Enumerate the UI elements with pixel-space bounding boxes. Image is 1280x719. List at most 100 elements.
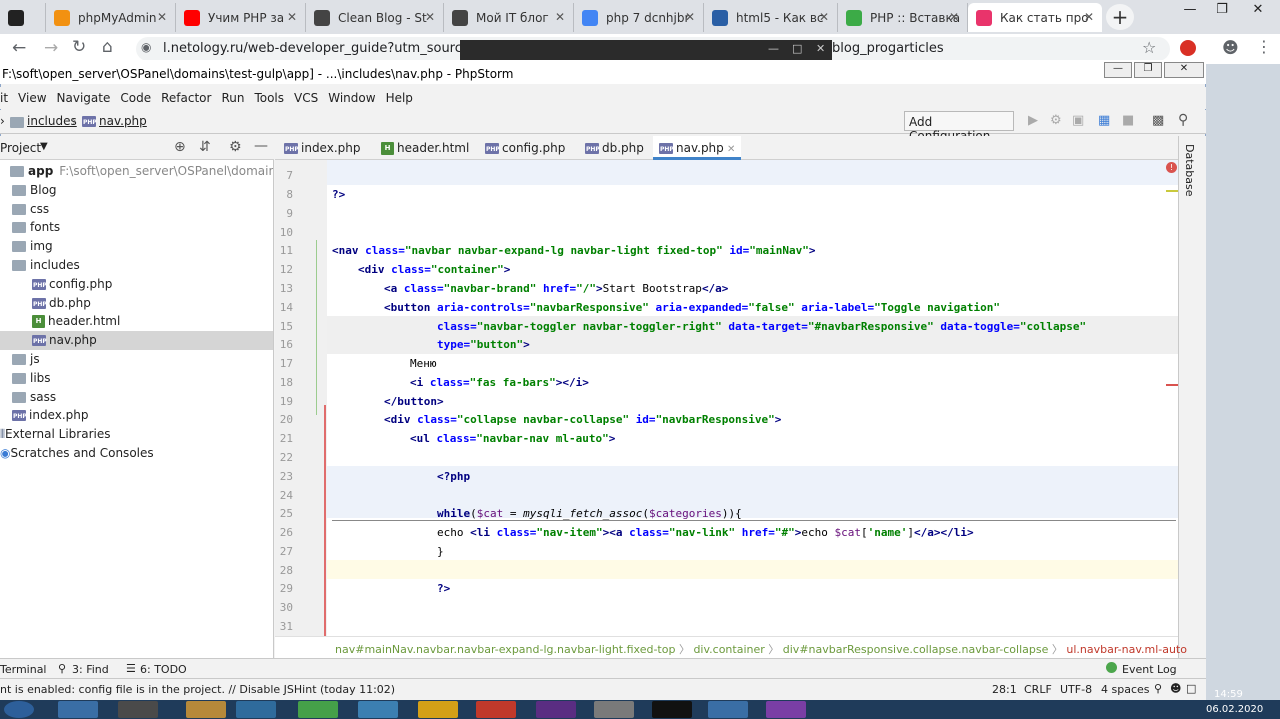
taskbar-app[interactable] <box>358 701 398 718</box>
editor-tab[interactable]: Hheader.html <box>375 136 475 160</box>
taskbar-app[interactable] <box>236 701 276 718</box>
tab-close-icon[interactable]: ✕ <box>287 10 297 24</box>
project-tree-item[interactable]: PHP nav.php <box>0 331 273 351</box>
warning-stripe[interactable] <box>1166 190 1178 192</box>
tab-close-icon[interactable]: ✕ <box>425 10 435 24</box>
project-tree-item[interactable]: Hheader.html <box>0 312 273 331</box>
menu-item[interactable]: View <box>13 87 51 109</box>
project-tree-item[interactable]: sass <box>0 388 273 407</box>
menu-dots-icon[interactable]: ⋮ <box>1256 37 1272 56</box>
overlay-maximize-icon[interactable]: □ <box>792 42 802 55</box>
hide-icon[interactable]: — <box>254 138 268 154</box>
ide-close-icon[interactable]: ✕ <box>1164 62 1204 78</box>
search-icon[interactable]: ⚲ <box>1178 112 1188 128</box>
back-icon[interactable]: ← <box>12 38 26 58</box>
tab-close-icon[interactable]: ✕ <box>1084 10 1094 24</box>
taskbar-app[interactable] <box>186 701 226 718</box>
crumb-file[interactable]: nav.php <box>99 114 147 128</box>
taskbar-app[interactable] <box>298 701 338 718</box>
menu-item[interactable]: Help <box>381 87 418 109</box>
find-tab[interactable]: 3: Find <box>72 663 109 676</box>
forward-icon[interactable]: → <box>44 38 58 58</box>
build-icon[interactable]: ▦ <box>1098 113 1110 128</box>
project-label[interactable]: Project <box>0 141 41 155</box>
minimize-icon[interactable]: — <box>1172 0 1208 18</box>
secure-icon[interactable]: ◉ <box>141 40 151 54</box>
menu-item[interactable]: Tools <box>249 87 289 109</box>
clock-date[interactable]: 06.02.2020 <box>1206 704 1263 715</box>
menu-item[interactable]: Run <box>216 87 249 109</box>
account-icon[interactable]: ☻ <box>1222 38 1239 57</box>
project-tree-item[interactable]: img <box>0 237 273 256</box>
error-indicator-icon[interactable]: ! <box>1166 162 1177 173</box>
overlay-close-icon[interactable]: ✕ <box>816 42 825 55</box>
project-tree-item[interactable]: Blog <box>0 181 273 200</box>
start-button[interactable] <box>4 701 34 718</box>
project-tree-item[interactable]: css <box>0 200 273 219</box>
inspector-icon[interactable]: ☻ <box>1170 682 1181 695</box>
restore-icon[interactable]: ❐ <box>1204 0 1240 18</box>
crumb-item[interactable]: nav#mainNav.navbar.navbar-expand-lg.navb… <box>335 643 675 656</box>
home-icon[interactable]: ⌂ <box>102 37 113 57</box>
event-log-tab[interactable]: Event Log <box>1122 663 1177 676</box>
editor-tab[interactable]: PHP config.php <box>479 136 571 160</box>
debug-icon[interactable]: ⚙ <box>1050 113 1062 128</box>
editor-tab[interactable]: PHP index.php <box>278 136 366 160</box>
ide-restore-icon[interactable]: ❐ <box>1134 62 1162 78</box>
notifications-icon[interactable]: □ <box>1186 682 1196 695</box>
project-tree-item[interactable]: libs <box>0 369 273 388</box>
project-tree-item[interactable]: PHP index.php <box>0 406 273 425</box>
menu-item[interactable]: Window <box>323 87 380 109</box>
taskbar-app[interactable] <box>766 701 806 718</box>
crumb-item[interactable]: ul.navbar-nav.ml-auto <box>1066 643 1187 656</box>
add-configuration-button[interactable]: Add Configuration... <box>904 111 1014 143</box>
tab-close-icon[interactable]: ✕ <box>949 10 959 24</box>
project-tree-item[interactable]: app F:\soft\open_server\OSPanel\domains\t… <box>0 162 273 181</box>
project-tree-item[interactable]: ⫴External Libraries <box>0 425 273 444</box>
browser-tab[interactable]: Мой IT блог ✕ <box>444 3 574 32</box>
chevron-down-icon[interactable]: ▼ <box>40 141 48 152</box>
project-tree-item[interactable]: PHP db.php <box>0 294 273 313</box>
editor-tab[interactable]: PHP db.php <box>579 136 650 160</box>
url-text-tail[interactable]: blog_progarticles <box>832 41 944 56</box>
file-encoding[interactable]: UTF-8 <box>1060 683 1092 696</box>
line-separator[interactable]: CRLF <box>1024 683 1052 696</box>
error-stripe[interactable] <box>1166 384 1178 386</box>
indent-setting[interactable]: 4 spaces <box>1101 683 1150 696</box>
run-icon[interactable]: ▶ <box>1028 113 1038 128</box>
coverage-icon[interactable]: ▣ <box>1072 113 1084 128</box>
crumb-folder[interactable]: includes <box>27 114 77 128</box>
project-tree-item[interactable]: js <box>0 350 273 369</box>
menu-item[interactable]: Navigate <box>52 87 116 109</box>
browser-tab[interactable]: Учим PHP за ✕ <box>176 3 306 32</box>
crumb-item[interactable]: div#navbarResponsive.collapse.navbar-col… <box>783 643 1049 656</box>
extension-icon[interactable] <box>1180 40 1196 56</box>
reload-icon[interactable]: ↻ <box>72 37 86 57</box>
close-icon[interactable]: ✕ <box>1240 0 1276 18</box>
project-tree-item[interactable]: fonts <box>0 218 273 237</box>
tab-close-icon[interactable]: ✕ <box>555 10 565 24</box>
caret-position[interactable]: 28:1 <box>992 683 1017 696</box>
tab-close-icon[interactable]: ✕ <box>685 10 695 24</box>
taskbar-app[interactable] <box>536 701 576 718</box>
project-tree-item[interactable]: includes <box>0 256 273 275</box>
taskbar-app[interactable] <box>652 701 692 718</box>
stop-icon[interactable]: ■ <box>1122 113 1134 128</box>
editor-tab-active[interactable]: PHP nav.php ✕ <box>653 136 742 160</box>
browser-tab[interactable] <box>0 3 46 32</box>
database-tool-button[interactable]: Database <box>1183 144 1196 197</box>
clock-time[interactable]: 14:59 <box>1214 689 1243 700</box>
ide-minimize-icon[interactable]: — <box>1104 62 1132 78</box>
terminal-tab[interactable]: Terminal <box>0 663 47 676</box>
project-tree-item[interactable]: PHP config.php <box>0 275 273 294</box>
taskbar-app[interactable] <box>708 701 748 718</box>
tab-close-icon[interactable]: ✕ <box>724 144 735 155</box>
crumb-item[interactable]: div.container <box>693 643 764 656</box>
taskbar-app[interactable] <box>58 701 98 718</box>
taskbar-app[interactable] <box>418 701 458 718</box>
browser-tab[interactable]: phpMyAdmin ✕ <box>46 3 176 32</box>
overlay-minimize-icon[interactable]: — <box>768 42 779 55</box>
url-text[interactable]: l.netology.ru/web-developer_guide?utm_so… <box>163 41 493 56</box>
collapse-icon[interactable]: ⇵ <box>199 139 211 155</box>
taskbar-app[interactable] <box>476 701 516 718</box>
